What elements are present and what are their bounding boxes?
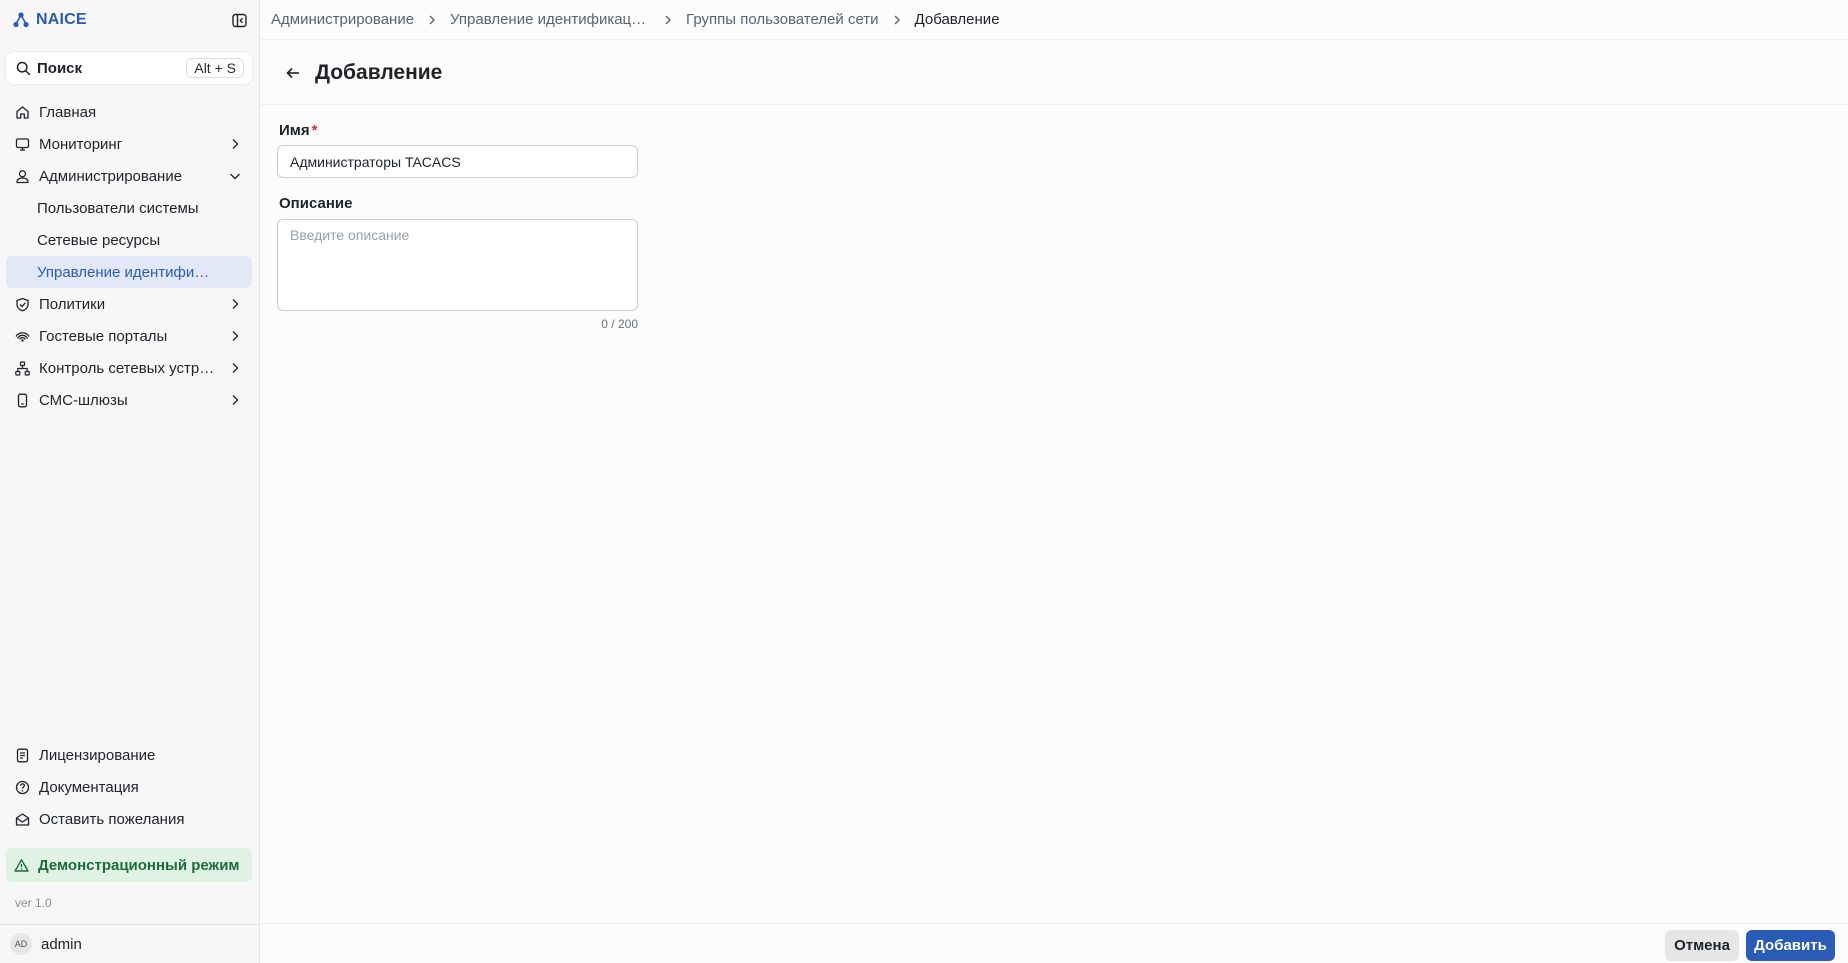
sidebar-item-system-users[interactable]: Пользователи системы (6, 192, 252, 224)
search-label: Поиск (37, 59, 83, 77)
required-mark: * (311, 122, 318, 139)
sidebar-item-policies[interactable]: Политики (6, 288, 252, 320)
search-input[interactable]: Поиск Alt + S (6, 52, 252, 84)
search-shortcut-badge: Alt + S (186, 58, 244, 78)
breadcrumb-item[interactable]: Управление идентификацией (450, 11, 650, 28)
chevron-right-icon (228, 137, 242, 151)
description-char-counter: 0 / 200 (601, 317, 638, 331)
sidebar-item-network-device-control[interactable]: Контроль сетевых устройств (6, 352, 252, 384)
avatar: AD (10, 933, 32, 955)
sidebar-item-documentation[interactable]: Документация (6, 771, 252, 803)
mail-icon (14, 811, 30, 827)
network-icon (14, 360, 30, 376)
search-icon (16, 61, 31, 76)
sidebar-item-identity-management[interactable]: Управление идентификацией (6, 256, 252, 288)
sidebar-nav: Главная Мониторинг Администрирование Пол… (6, 96, 252, 416)
form-footer: Отмена Добавить (261, 923, 1848, 963)
name-label-text: Имя (279, 122, 310, 139)
sidebar-item-administration[interactable]: Администрирование (6, 160, 252, 192)
breadcrumb-item[interactable]: Администрирование (271, 11, 414, 28)
sidebar-item-label: СМС-шлюзы (39, 391, 128, 409)
chevron-right-icon (891, 14, 903, 26)
sidebar-item-label: Гостевые порталы (39, 327, 168, 345)
phone-icon (14, 392, 30, 408)
license-icon (14, 747, 30, 763)
sidebar-item-label: Политики (39, 295, 106, 313)
sidebar-collapse-icon[interactable] (230, 11, 248, 29)
sidebar-item-label: Администрирование (39, 167, 183, 185)
naice-logo-icon (12, 11, 30, 29)
sidebar-item-label: Контроль сетевых устройств (39, 359, 215, 377)
description-textarea[interactable] (277, 219, 638, 311)
help-icon (14, 779, 30, 795)
add-button[interactable]: Добавить (1746, 930, 1835, 961)
breadcrumb-item[interactable]: Группы пользователей сети (686, 11, 879, 28)
name-input[interactable] (277, 145, 638, 178)
demo-mode-label: Демонстрационный режим (38, 856, 240, 874)
chevron-right-icon (662, 14, 674, 26)
page-title: Добавление (315, 60, 443, 84)
user-menu[interactable]: AD admin (0, 924, 260, 963)
sidebar-item-home[interactable]: Главная (6, 96, 252, 128)
breadcrumb: Администрирование Управление идентификац… (261, 0, 1848, 40)
sidebar-item-network-resources[interactable]: Сетевые ресурсы (6, 224, 252, 256)
sidebar-bottom-nav: Лицензирование Документация Оставить пож… (6, 739, 252, 835)
sidebar-item-label: Пользователи системы (37, 199, 199, 217)
sidebar-item-licensing[interactable]: Лицензирование (6, 739, 252, 771)
user-icon (14, 168, 30, 184)
cancel-button[interactable]: Отмена (1665, 930, 1739, 961)
sidebar-item-label: Оставить пожелания (39, 810, 185, 828)
sidebar-item-label: Документация (39, 778, 139, 796)
back-arrow-icon[interactable] (283, 63, 303, 83)
sidebar: NAICE Поиск Alt + S Главная Мониторинг А… (0, 0, 260, 963)
logo-row: NAICE (12, 8, 248, 32)
warning-icon (14, 858, 29, 873)
user-name: admin (41, 935, 82, 953)
version-label: ver 1.0 (15, 896, 52, 910)
wifi-icon (14, 328, 30, 344)
breadcrumb-current: Добавление (914, 11, 1000, 28)
sidebar-item-sms-gateways[interactable]: СМС-шлюзы (6, 384, 252, 416)
chevron-right-icon (228, 297, 242, 311)
chevron-right-icon (426, 14, 438, 26)
name-field-label: Имя * (279, 122, 638, 142)
home-icon (14, 104, 30, 120)
sidebar-item-label: Управление идентификацией (37, 263, 215, 281)
sidebar-item-label: Главная (39, 103, 97, 121)
demo-mode-banner[interactable]: Демонстрационный режим (6, 848, 252, 882)
sidebar-item-label: Сетевые ресурсы (37, 231, 161, 249)
sidebar-item-feedback[interactable]: Оставить пожелания (6, 803, 252, 835)
chevron-down-icon (228, 169, 242, 183)
sidebar-item-monitoring[interactable]: Мониторинг (6, 128, 252, 160)
app-name[interactable]: NAICE (36, 11, 87, 29)
sidebar-item-label: Лицензирование (39, 746, 156, 764)
sidebar-item-guest-portals[interactable]: Гостевые порталы (6, 320, 252, 352)
chevron-right-icon (228, 329, 242, 343)
chevron-right-icon (228, 361, 242, 375)
shield-check-icon (14, 296, 30, 312)
description-field-label: Описание (279, 195, 353, 212)
add-group-form: Имя* Описание 0 / 200 (277, 122, 638, 331)
monitor-icon (14, 136, 30, 152)
sidebar-item-label: Мониторинг (39, 135, 123, 153)
page-header: Добавление (261, 41, 1848, 105)
chevron-right-icon (228, 393, 242, 407)
